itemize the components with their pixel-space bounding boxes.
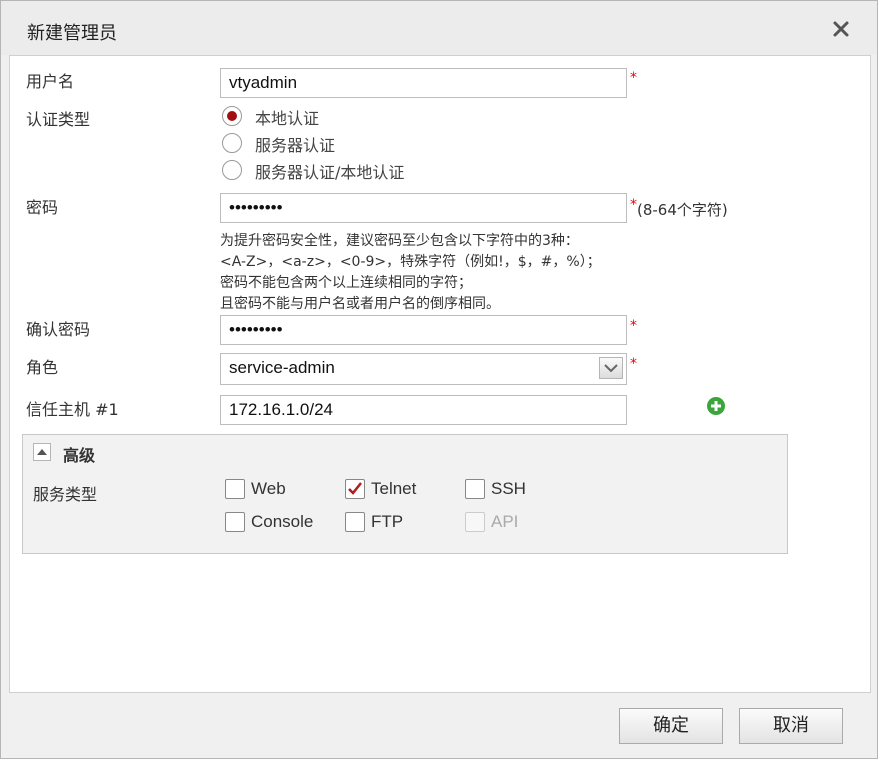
confirm-password-label: 确认密码 <box>26 320 91 339</box>
chevron-down-icon <box>604 364 618 373</box>
checkbox-telnet-label: Telnet <box>371 479 417 498</box>
required-mark: * <box>630 70 637 86</box>
dialog-titlebar: 新建管理员 <box>1 1 877 55</box>
checkbox-ssh[interactable] <box>465 479 485 499</box>
trusted-host-label: 信任主机 #1 <box>26 400 119 419</box>
add-host-icon[interactable] <box>706 396 726 416</box>
cancel-button[interactable]: 取消 <box>739 708 843 744</box>
checkbox-web[interactable] <box>225 479 245 499</box>
radio-server-local-auth-label: 服务器认证/本地认证 <box>255 163 405 182</box>
advanced-section: 高级 服务类型 Web Telnet SSH Console FTP API <box>22 434 788 554</box>
confirm-password-input[interactable]: ••••••••• <box>220 315 627 345</box>
checkbox-web-label: Web <box>251 479 286 498</box>
checkbox-ftp-label: FTP <box>371 512 404 531</box>
advanced-title: 高级 <box>63 446 96 465</box>
dialog-body: 用户名 vtyadmin * 认证类型 本地认证 服务器认证 服务器认证/本地认… <box>9 55 871 693</box>
radio-server-auth[interactable] <box>222 133 242 153</box>
role-select-value: service-admin <box>229 358 335 377</box>
checkbox-ftp[interactable] <box>345 512 365 532</box>
checkbox-ssh-label: SSH <box>491 479 526 498</box>
checkbox-console[interactable] <box>225 512 245 532</box>
password-input[interactable]: ••••••••• <box>220 193 627 223</box>
required-mark: * <box>630 356 637 372</box>
radio-server-auth-label: 服务器认证 <box>255 136 336 155</box>
hint-line: <A-Z>，<a-z>，<0-9>，特殊字符（例如!，$，#，%）； <box>220 254 601 270</box>
password-length-hint: (8-64个字符) <box>637 201 728 219</box>
required-mark: * <box>630 197 637 213</box>
checkmark-icon <box>348 482 362 495</box>
checkbox-console-label: Console <box>251 512 314 531</box>
checkbox-api <box>465 512 485 532</box>
triangle-up-icon <box>37 449 47 455</box>
checkbox-api-label: API <box>491 512 519 531</box>
auth-type-label: 认证类型 <box>26 110 91 129</box>
role-label: 角色 <box>26 358 59 377</box>
radio-local-auth[interactable] <box>222 106 242 126</box>
hint-line: 密码不能包含两个以上连续相同的字符； <box>220 275 472 291</box>
radio-selected-dot <box>227 111 237 121</box>
collapse-advanced-button[interactable] <box>33 443 51 461</box>
radio-local-auth-label: 本地认证 <box>255 109 320 128</box>
hint-line: 为提升密码安全性，建议密码至少包含以下字符中的3种： <box>220 233 579 249</box>
password-policy-hint: 为提升密码安全性，建议密码至少包含以下字符中的3种： <A-Z>，<a-z>，<… <box>220 231 601 315</box>
role-dropdown-button[interactable] <box>599 357 623 379</box>
radio-server-local-auth[interactable] <box>222 160 242 180</box>
role-select[interactable]: service-admin <box>220 353 627 385</box>
close-icon[interactable] <box>829 17 853 41</box>
ok-button[interactable]: 确定 <box>619 708 723 744</box>
password-label: 密码 <box>26 198 59 217</box>
dialog-title: 新建管理员 <box>27 23 117 44</box>
checkbox-telnet[interactable] <box>345 479 365 499</box>
hint-line: 且密码不能与用户名或者用户名的倒序相同。 <box>220 296 500 312</box>
service-type-label: 服务类型 <box>33 485 98 504</box>
username-input[interactable]: vtyadmin <box>220 68 627 98</box>
required-mark: * <box>630 318 637 334</box>
new-admin-dialog: 新建管理员 用户名 vtyadmin * 认证类型 本地认证 服务器认证 服务器… <box>0 0 878 759</box>
trusted-host-input[interactable]: 172.16.1.0/24 <box>220 395 627 425</box>
username-label: 用户名 <box>26 72 75 91</box>
